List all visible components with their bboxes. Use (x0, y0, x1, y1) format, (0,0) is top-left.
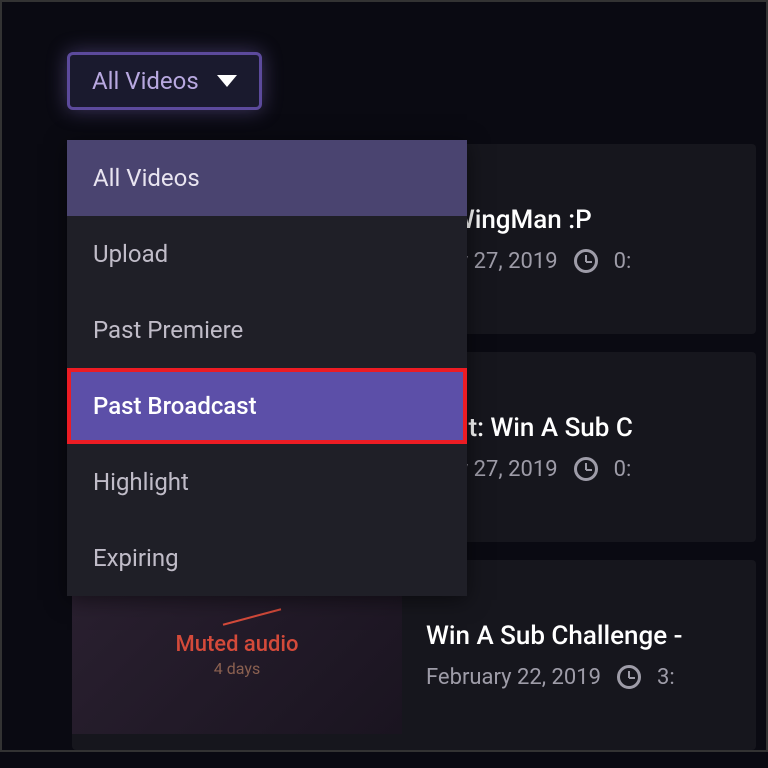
video-thumbnail[interactable]: Muted audio 4 days (72, 576, 402, 734)
video-date: February 22, 2019 (426, 665, 601, 690)
clock-icon (617, 665, 641, 689)
video-title: light: Win A Sub C (426, 413, 756, 443)
red-line-decoration (223, 608, 281, 625)
filter-option-all-videos[interactable]: All Videos (67, 140, 467, 216)
video-info-row: uary 27, 2019 0: (426, 457, 756, 482)
video-info-row: uary 27, 2019 0: (426, 249, 756, 274)
filter-area: All Videos All Videos Upload Past Premie… (2, 2, 766, 110)
video-duration: 0: (614, 457, 632, 482)
clock-icon (574, 457, 598, 481)
video-duration: 3: (657, 665, 675, 690)
caret-down-icon (217, 75, 237, 87)
muted-audio-subtext: 4 days (214, 659, 260, 678)
video-meta: Win A Sub Challenge - February 22, 2019 … (402, 621, 756, 690)
filter-option-highlight[interactable]: Highlight (67, 444, 467, 520)
muted-audio-badge: Muted audio (175, 632, 298, 657)
video-duration: 0: (614, 249, 632, 274)
filter-option-past-premiere[interactable]: Past Premiere (67, 292, 467, 368)
clock-icon (574, 249, 598, 273)
video-info-row: February 22, 2019 3: (426, 665, 756, 690)
filter-option-past-broadcast[interactable]: Past Broadcast (67, 368, 467, 444)
video-title: Win A Sub Challenge - (426, 621, 756, 651)
dropdown-label: All Videos (92, 67, 199, 95)
video-title: ly WingMan :P (426, 205, 756, 235)
video-filter-dropdown-button[interactable]: All Videos (67, 52, 262, 110)
filter-option-upload[interactable]: Upload (67, 216, 467, 292)
filter-option-expiring[interactable]: Expiring (67, 520, 467, 596)
video-filter-dropdown-menu: All Videos Upload Past Premiere Past Bro… (67, 140, 467, 596)
